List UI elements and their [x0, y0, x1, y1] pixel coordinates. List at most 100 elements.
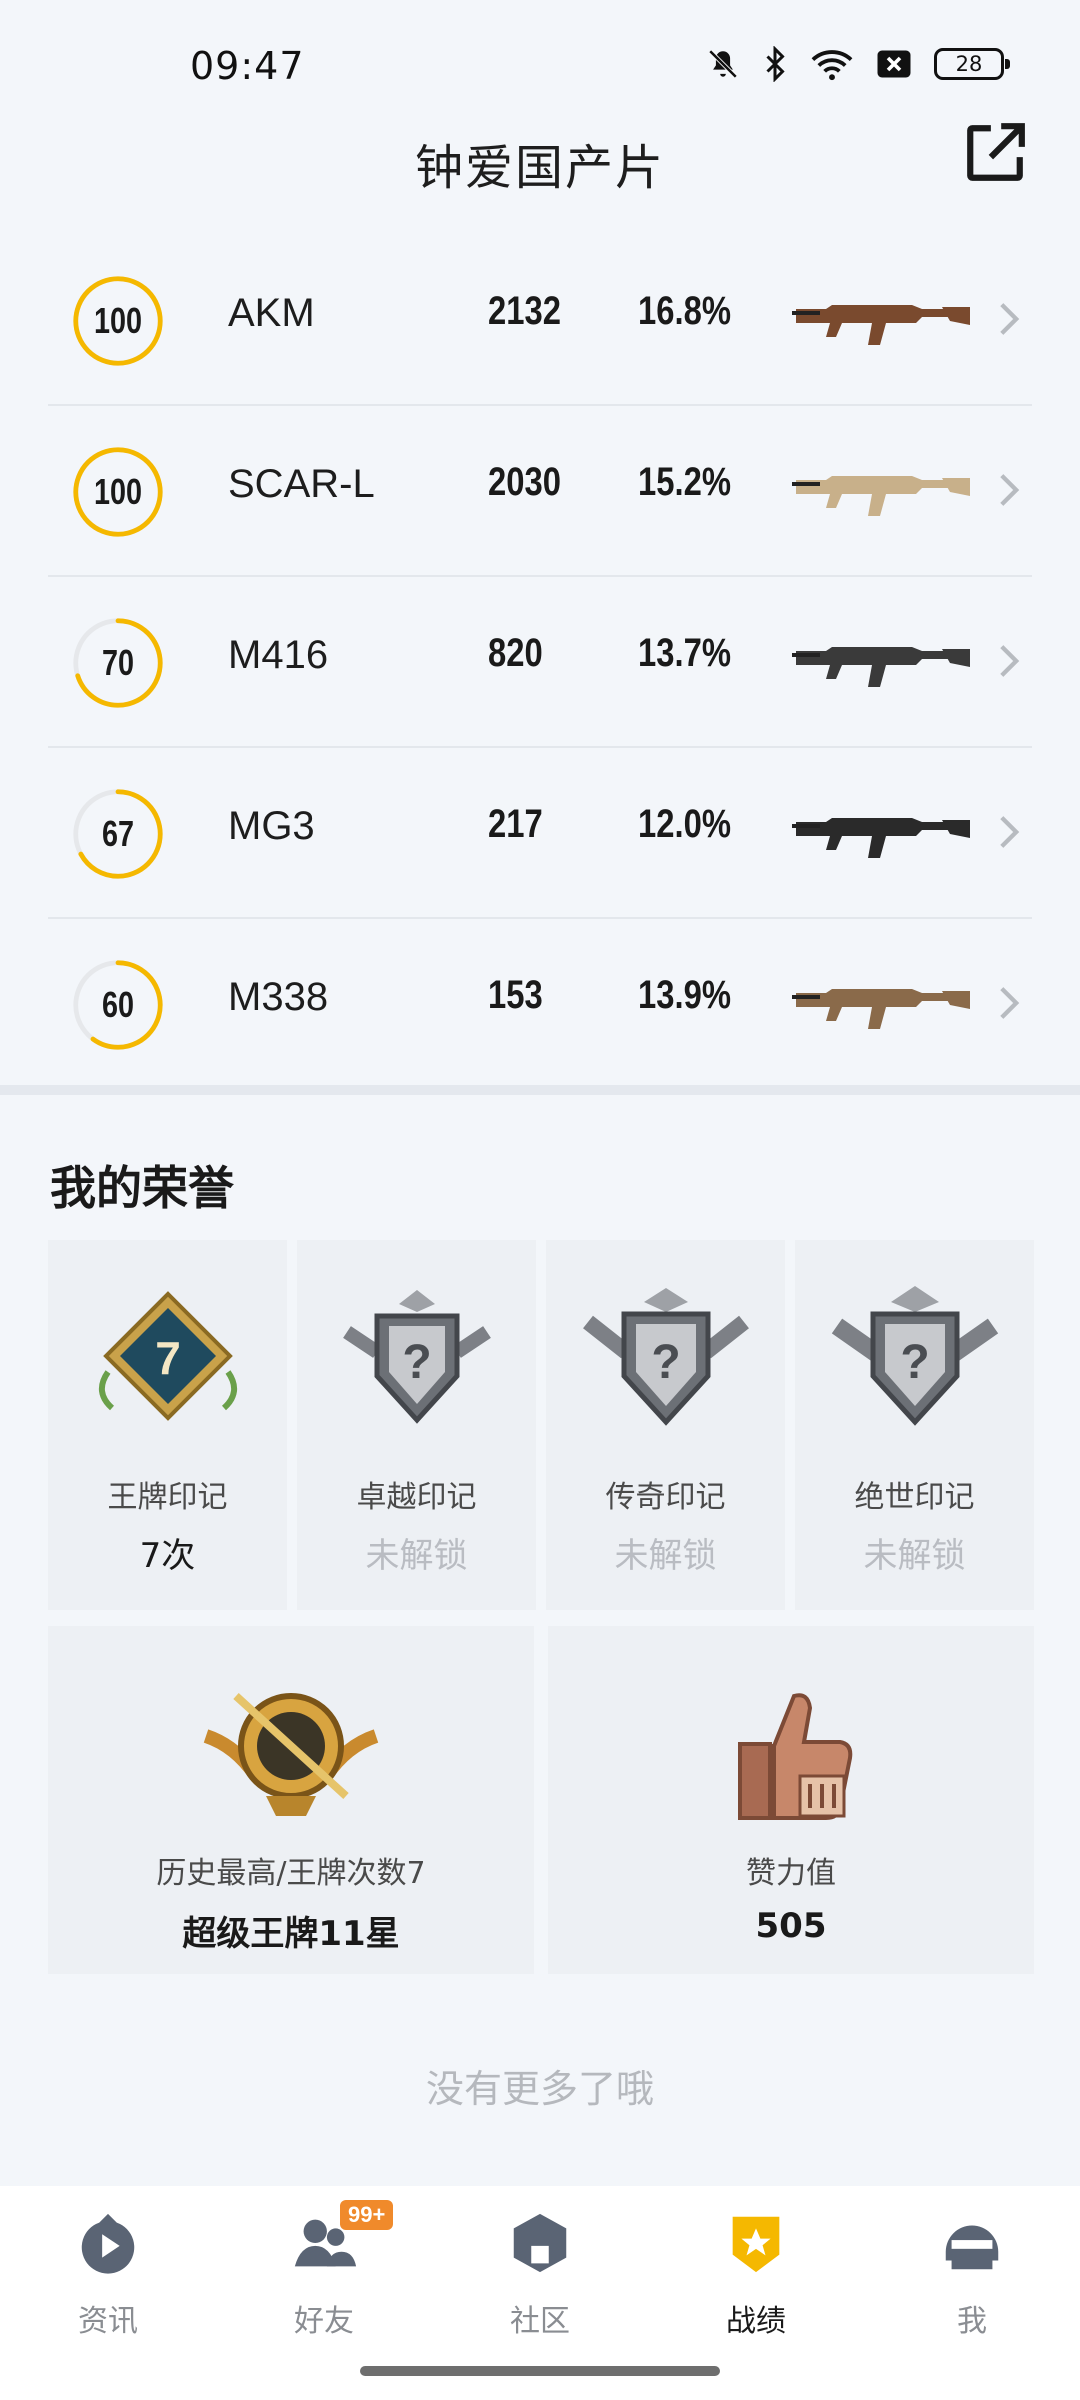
section-divider	[0, 1085, 1080, 1095]
status-icons: 28	[706, 46, 1010, 82]
record-icon	[732, 2216, 780, 2273]
likes-label: 赞力值	[746, 1856, 836, 1891]
rifle-icon	[792, 647, 970, 687]
ace-badge-number: 7	[155, 1332, 181, 1384]
weapon-name: M338	[228, 975, 329, 1019]
weapon-percentage: 15.2%	[638, 460, 732, 504]
nav-item-profile[interactable]: 我	[902, 2208, 1042, 2348]
weapon-row[interactable]: 100 SCAR-L 2030 15.2%	[48, 406, 1032, 577]
nav-label: 社区	[510, 2304, 570, 2339]
badge-question-mark: ?	[651, 1336, 680, 1389]
wifi-icon	[811, 50, 853, 81]
weapon-score: 70	[101, 642, 135, 683]
home-indicator[interactable]	[360, 2366, 720, 2376]
badge-label: 卓越印记	[356, 1480, 477, 1515]
status-bar: 09:47 28	[0, 0, 1080, 120]
nav-item-news[interactable]: 资讯	[38, 2208, 178, 2348]
weapon-name: MG3	[228, 804, 315, 848]
locked-badge-icon: ?	[342, 1290, 491, 1424]
status-time: 09:47	[190, 44, 305, 88]
gun-barrel	[792, 653, 820, 657]
badge-label: 王牌印记	[107, 1480, 228, 1515]
locked-badge-icon: ?	[831, 1286, 998, 1426]
highest-tier-label: 历史最高/王牌次数7	[156, 1856, 426, 1891]
weapon-name: SCAR-L	[228, 462, 375, 506]
chevron-right-icon	[1000, 816, 1020, 848]
nav-label: 资讯	[78, 2304, 138, 2339]
likes-value: 505	[755, 1906, 827, 1946]
badge-value: 未解锁	[863, 1536, 966, 1576]
gun-barrel	[792, 824, 820, 828]
battery-indicator: 28	[934, 48, 1010, 80]
highest-tier-card[interactable]: 历史最高/王牌次数7 超级王牌11星	[48, 1626, 534, 1974]
machine-gun-icon	[792, 989, 970, 1029]
gun-barrel	[792, 995, 820, 999]
weapon-kills: 217	[488, 802, 543, 846]
highlights-row: 历史最高/王牌次数7 超级王牌11星 赞力值 505	[48, 1626, 1034, 1974]
thumbs-up-icon	[738, 1693, 853, 1820]
weapon-kills: 153	[488, 973, 543, 1017]
news-icon	[81, 2213, 135, 2274]
gun-barrel	[792, 482, 820, 486]
nav-label: 战绩	[726, 2304, 786, 2339]
badge-card-ace[interactable]: 7 王牌印记 7次	[48, 1240, 287, 1610]
weapon-name: AKM	[228, 291, 315, 335]
weapon-percentage: 13.9%	[638, 973, 732, 1017]
notification-badge: 99+	[340, 2200, 394, 2230]
badge-label: 传奇印记	[605, 1480, 726, 1515]
badge-value: 未解锁	[365, 1536, 468, 1576]
weapon-list: 100 AKM 2132 16.8% 100 SCAR-L 2030 15.2%…	[48, 235, 1032, 1090]
badge-card-excellent[interactable]: ? 卓越印记 未解锁	[297, 1240, 536, 1610]
profile-icon	[945, 2225, 999, 2270]
badge-value: 7次	[139, 1536, 196, 1576]
weapon-row[interactable]: 60 M338 153 13.9%	[48, 919, 1032, 1090]
weapon-row[interactable]: 100 AKM 2132 16.8%	[48, 235, 1032, 406]
badge-label: 绝世印记	[854, 1480, 975, 1515]
rifle-icon	[792, 305, 970, 345]
highest-tier-value: 超级王牌11星	[182, 1914, 400, 1954]
header: 钟爱国产片	[0, 120, 1080, 200]
weapon-percentage: 16.8%	[638, 289, 732, 333]
badge-card-peerless[interactable]: ? 绝世印记 未解锁	[795, 1240, 1034, 1610]
bluetooth-icon	[766, 46, 785, 82]
chevron-right-icon	[1000, 474, 1020, 506]
nav-label: 我	[957, 2304, 987, 2339]
ace-tier-badge-icon	[203, 1693, 379, 1816]
chevron-right-icon	[1000, 303, 1020, 335]
weapon-percentage: 12.0%	[638, 802, 732, 846]
weapon-score: 100	[93, 471, 143, 512]
likes-card[interactable]: 赞力值 505	[548, 1626, 1034, 1974]
honors-title: 我的荣誉	[50, 1161, 234, 1215]
end-of-list-text: 没有更多了哦	[425, 2067, 654, 2111]
weapon-kills: 2132	[488, 289, 561, 333]
ace-badge-icon: 7	[98, 1291, 237, 1421]
badge-question-mark: ?	[900, 1336, 929, 1389]
mute-icon	[708, 49, 738, 79]
gun-body	[796, 989, 962, 1029]
weapon-score: 67	[101, 813, 135, 854]
weapon-row[interactable]: 70 M416 820 13.7%	[48, 577, 1032, 748]
sim-disabled-icon	[877, 50, 911, 78]
gun-body	[796, 305, 962, 345]
community-icon	[513, 2213, 567, 2273]
nav-item-friends[interactable]: 99+ 好友	[254, 2200, 394, 2348]
nav-item-community[interactable]: 社区	[470, 2208, 610, 2348]
nav-item-record[interactable]: 战绩	[686, 2208, 826, 2348]
chevron-right-icon	[1000, 645, 1020, 677]
weapon-percentage: 13.7%	[638, 631, 732, 675]
locked-badge-icon: ?	[582, 1288, 749, 1426]
gun-body	[796, 476, 962, 516]
badge-question-mark: ?	[402, 1336, 431, 1389]
weapon-kills: 2030	[488, 460, 561, 504]
share-icon[interactable]	[962, 120, 1028, 186]
machine-gun-icon	[792, 818, 970, 858]
badge-value: 未解锁	[614, 1536, 717, 1576]
weapon-row[interactable]: 67 MG3 217 12.0%	[48, 748, 1032, 919]
badge-row: 7 王牌印记 7次 ? 卓越印记 未解锁 ? 传奇印记 未解锁 ? 绝世印记 未…	[48, 1240, 1034, 1610]
badge-card-legend[interactable]: ? 传奇印记 未解锁	[546, 1240, 785, 1610]
weapon-score: 60	[101, 984, 135, 1025]
rifle-icon	[792, 476, 970, 516]
gun-body	[796, 818, 962, 858]
nav-label: 好友	[294, 2304, 354, 2339]
gun-body	[796, 647, 962, 687]
